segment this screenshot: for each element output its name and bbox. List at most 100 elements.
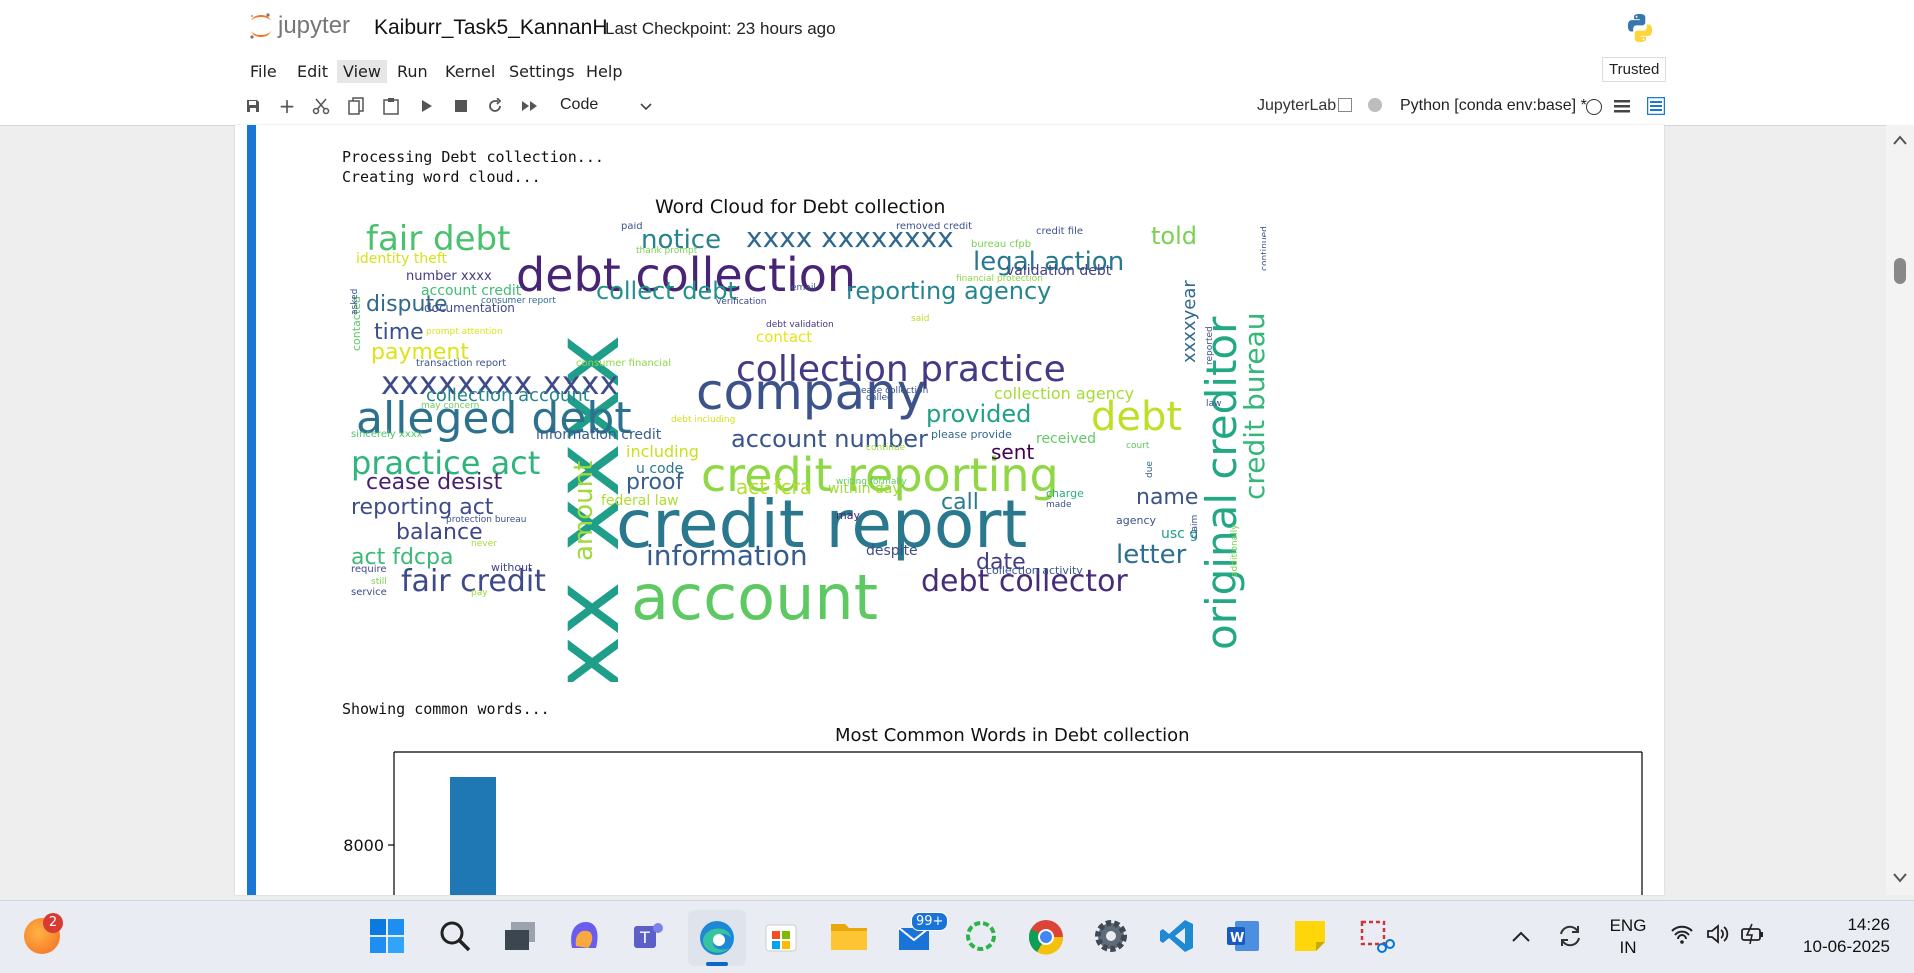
- edge-browser-icon[interactable]: [697, 918, 737, 958]
- teams-icon[interactable]: T: [630, 918, 670, 958]
- wordcloud-word: may: [836, 509, 860, 522]
- jupyter-logo-text: jupyter: [278, 12, 351, 39]
- wordcloud-word: law: [1206, 399, 1222, 409]
- wordcloud-word: never: [471, 539, 497, 549]
- wordcloud-title: Word Cloud for Debt collection: [655, 196, 946, 218]
- last-checkpoint: Last Checkpoint: 23 hours ago: [605, 19, 836, 38]
- scrollbar-thumb[interactable]: [1894, 258, 1906, 284]
- wordcloud-word: removed credit: [896, 222, 973, 232]
- battery-icon[interactable]: [1740, 922, 1766, 950]
- wordcloud-word: name: [1136, 485, 1199, 510]
- wordcloud-word: despite: [866, 543, 918, 559]
- kernel-name[interactable]: Python [conda env:base] *: [1400, 97, 1587, 115]
- jupyter-logo[interactable]: jupyter: [248, 12, 360, 42]
- menu-view[interactable]: View: [337, 60, 387, 83]
- menu-edit[interactable]: Edit: [291, 60, 334, 83]
- task-view-icon[interactable]: [502, 918, 542, 958]
- vertical-scrollbar[interactable]: [1886, 125, 1914, 895]
- show-hidden-icons-chevron-icon[interactable]: [1512, 928, 1530, 947]
- jupyterlab-link[interactable]: JupyterLab: [1257, 97, 1336, 115]
- scroll-down-arrow-icon[interactable]: [1893, 873, 1907, 883]
- wordcloud-word: consumer financial: [576, 358, 671, 369]
- language-indicator[interactable]: ENG IN: [1606, 915, 1650, 959]
- volume-icon[interactable]: [1706, 924, 1730, 948]
- wordcloud-word: sent: [991, 440, 1035, 464]
- menu-bar: File Edit View Run Kernel Settings Help …: [0, 52, 1914, 89]
- property-inspector-icon[interactable]: [1646, 96, 1666, 116]
- restart-icon[interactable]: [485, 96, 505, 116]
- bar: [450, 777, 496, 895]
- chevron-down-icon: [640, 103, 652, 111]
- cut-icon[interactable]: [311, 96, 331, 116]
- snipping-tool-icon[interactable]: [1358, 918, 1398, 958]
- wordcloud-word: thank prompt: [636, 246, 698, 256]
- settings-gear-icon[interactable]: [1093, 918, 1133, 958]
- menu-help[interactable]: Help: [580, 60, 628, 83]
- wordcloud-word: additionally: [1230, 524, 1240, 577]
- add-cell-icon[interactable]: +: [277, 94, 297, 118]
- paste-icon[interactable]: [381, 96, 401, 116]
- kernel-status-icon: [1586, 99, 1602, 115]
- menu-lines-icon[interactable]: [1614, 98, 1630, 114]
- wifi-icon[interactable]: [1670, 924, 1694, 948]
- cell-type-select[interactable]: Code: [552, 95, 657, 117]
- wordcloud-word: prompt attention: [426, 327, 503, 337]
- region-code: IN: [1619, 938, 1637, 957]
- wordcloud-word: charge: [1046, 487, 1084, 500]
- save-icon[interactable]: [243, 96, 263, 116]
- notification-badge: 2: [43, 913, 63, 933]
- notebook-title[interactable]: Kaiburr_Task5_KannanH: [374, 16, 607, 40]
- wordcloud-word: credit file: [1036, 226, 1083, 237]
- active-cell-indicator[interactable]: [247, 125, 256, 895]
- fast-forward-icon[interactable]: [520, 96, 540, 116]
- wordcloud-word: continue: [866, 443, 906, 453]
- copilot-icon[interactable]: [566, 918, 606, 958]
- stop-icon[interactable]: [451, 96, 471, 116]
- wordcloud-word: asked: [350, 288, 360, 315]
- copy-icon[interactable]: [346, 96, 366, 116]
- wordcloud-word: made: [1046, 500, 1072, 510]
- trusted-indicator[interactable]: Trusted: [1602, 57, 1667, 82]
- svg-text:T: T: [639, 928, 650, 947]
- sticky-notes-icon[interactable]: [1292, 918, 1332, 958]
- menu-settings[interactable]: Settings: [503, 60, 581, 83]
- word-icon[interactable]: W: [1225, 918, 1265, 958]
- sync-status-icon[interactable]: [1556, 922, 1584, 954]
- file-explorer-icon[interactable]: [829, 918, 869, 958]
- run-icon[interactable]: [417, 96, 437, 116]
- debugger-icon[interactable]: [1368, 98, 1382, 112]
- wordcloud-word: without: [491, 561, 533, 574]
- search-icon[interactable]: [437, 918, 477, 958]
- chrome-icon[interactable]: [1027, 918, 1067, 958]
- wordcloud-word: credit bureau: [1238, 312, 1266, 501]
- sync-app-icon[interactable]: [963, 918, 1003, 958]
- wordcloud-word: require: [351, 564, 387, 575]
- wordcloud-word: claim: [1190, 514, 1200, 539]
- wordcloud-word: information: [646, 539, 808, 572]
- wordcloud-word: federal law: [601, 493, 679, 509]
- wordcloud-word: agency: [1116, 514, 1157, 527]
- clock[interactable]: 14:26 10-06-2025: [1786, 914, 1890, 958]
- wordcloud-word: debt including: [671, 415, 736, 425]
- wordcloud-word: transaction report: [416, 358, 507, 369]
- vscode-icon[interactable]: [1159, 918, 1199, 958]
- mail-badge: 99+: [911, 912, 949, 931]
- wordcloud-word: court: [1126, 441, 1150, 451]
- menu-file[interactable]: File: [244, 60, 283, 83]
- wordcloud-word: still: [371, 577, 387, 587]
- scroll-up-arrow-icon[interactable]: [1893, 135, 1907, 145]
- wordcloud-word: identity theft: [356, 251, 448, 267]
- menu-kernel[interactable]: Kernel: [439, 60, 501, 83]
- windows-start-icon[interactable]: [369, 918, 409, 958]
- clock-time: 14:26: [1847, 915, 1890, 934]
- y-tick-label: 8000: [343, 836, 384, 855]
- wordcloud-word: due: [1145, 461, 1155, 479]
- output-line-creating: Creating word cloud...: [342, 168, 541, 186]
- wordcloud-word: email: [791, 283, 816, 293]
- external-link-icon: [1338, 98, 1352, 112]
- store-icon[interactable]: [763, 918, 803, 958]
- language-code: ENG: [1609, 916, 1647, 935]
- menu-run[interactable]: Run: [391, 60, 434, 83]
- wordcloud-word: collection agency: [994, 384, 1135, 403]
- wordcloud-word: please provide: [931, 428, 1012, 441]
